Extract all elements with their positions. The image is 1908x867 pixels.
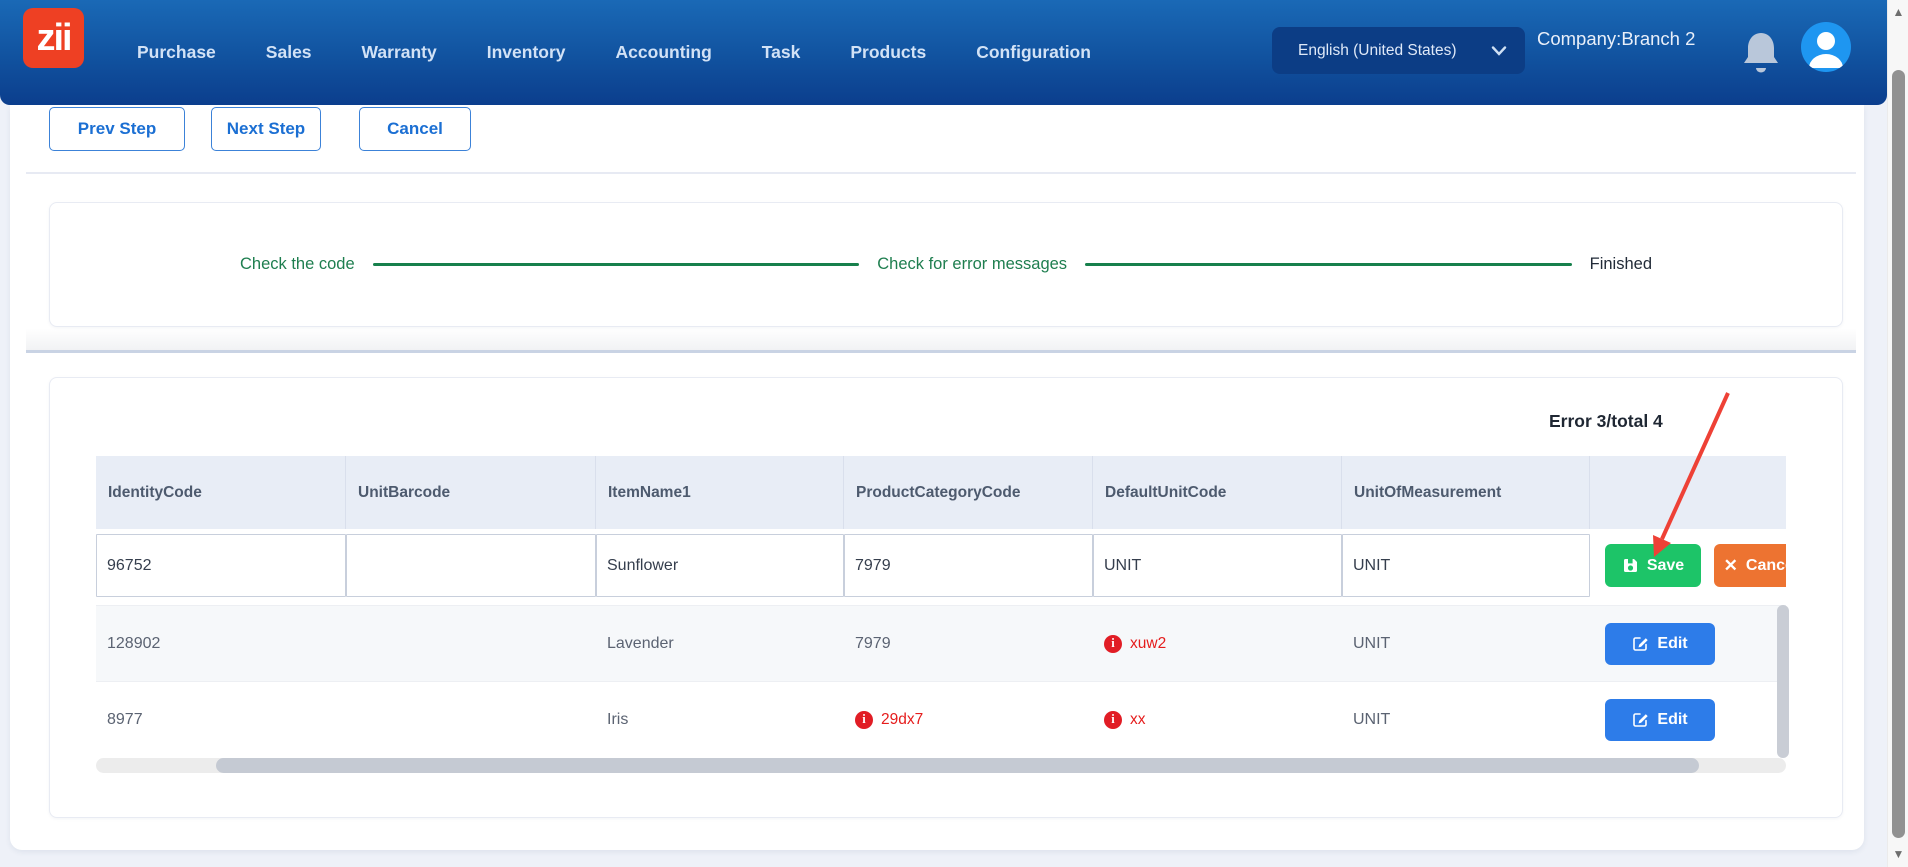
error-info-icon[interactable]: i	[1104, 635, 1122, 653]
edit-row-button[interactable]: Edit	[1605, 623, 1715, 665]
row-actions: Edit	[1590, 623, 1786, 665]
product-category-code-input[interactable]	[844, 534, 1093, 597]
table-header-row: IdentityCode UnitBarcode ItemName1 Produ…	[96, 456, 1786, 529]
cancel-button[interactable]: Cancel	[359, 107, 471, 151]
default-unit-code-input[interactable]	[1093, 534, 1342, 597]
import-review-card: Error 3/total 4 IdentityCode UnitBarcode…	[49, 377, 1843, 818]
menu-item-task[interactable]: Task	[762, 42, 801, 63]
menu-item-inventory[interactable]: Inventory	[487, 42, 566, 63]
table-row: 128902 Lavender 7979 i xuw2 UNIT	[96, 605, 1786, 681]
cell-value: 128902	[107, 635, 160, 653]
cancel-row-button[interactable]: ✕ Cancel	[1714, 544, 1786, 587]
top-navbar: zii Purchase Sales Warranty Inventory Ac…	[0, 0, 1887, 105]
cell-value: 8977	[107, 711, 143, 729]
error-summary-label: Error 3/total 4	[1549, 411, 1663, 432]
scroll-down-arrow-icon[interactable]: ▼	[1892, 848, 1905, 861]
divider	[26, 172, 1856, 174]
scroll-up-arrow-icon[interactable]: ▲	[1892, 6, 1905, 19]
menu-item-configuration[interactable]: Configuration	[976, 42, 1091, 63]
chevron-down-icon	[1491, 46, 1507, 56]
cell-product-category-code: 7979	[844, 635, 1093, 653]
cell-identity-code: 8977	[96, 711, 346, 729]
header-unit-of-measurement: UnitOfMeasurement	[1342, 456, 1590, 529]
wizard-stepper-card: Check the code Check for error messages …	[49, 202, 1843, 327]
page: zii Purchase Sales Warranty Inventory Ac…	[0, 0, 1908, 867]
step-finished: Finished	[1590, 255, 1652, 274]
cell-value: Iris	[607, 711, 628, 729]
language-select[interactable]: English (United States)	[1272, 27, 1525, 74]
save-button-label: Save	[1647, 557, 1684, 575]
cell-value: UNIT	[1353, 635, 1390, 653]
error-info-icon[interactable]: i	[1104, 711, 1122, 729]
save-row-button[interactable]: Save	[1605, 544, 1701, 587]
row-actions: Edit	[1590, 699, 1786, 741]
row-actions: Save ✕ Cancel	[1590, 534, 1786, 597]
user-avatar[interactable]	[1801, 22, 1851, 72]
edit-pencil-icon	[1632, 635, 1649, 652]
window-scrollbar[interactable]: ▲ ▼	[1887, 0, 1908, 867]
main-menu: Purchase Sales Warranty Inventory Accoun…	[137, 0, 1091, 105]
next-step-button[interactable]: Next Step	[211, 107, 321, 151]
divider	[26, 350, 1856, 353]
table-row-editing: Save ✕ Cancel	[96, 529, 1786, 605]
company-branch-label[interactable]: Company:Branch 2	[1537, 26, 1699, 51]
cell-identity-code: 128902	[96, 635, 346, 653]
header-unit-barcode: UnitBarcode	[346, 456, 596, 529]
step-check-the-code: Check the code	[240, 255, 355, 274]
error-cell-value: xx	[1130, 711, 1146, 729]
identity-code-input[interactable]	[96, 534, 346, 597]
language-selected-value: English (United States)	[1298, 42, 1457, 60]
edit-button-label: Edit	[1657, 635, 1687, 653]
cancel-button-label: Cancel	[1746, 557, 1786, 575]
cell-product-category-code-error: i 29dx7	[844, 711, 1093, 729]
cell-default-unit-code-error: i xx	[1093, 711, 1342, 729]
cell-item-name1: Iris	[596, 711, 844, 729]
cell-unit-of-measurement: UNIT	[1342, 711, 1590, 729]
close-x-icon: ✕	[1724, 556, 1738, 576]
table-horizontal-scrollbar[interactable]	[96, 758, 1786, 773]
error-cell-value: 29dx7	[881, 711, 923, 729]
unit-barcode-input[interactable]	[346, 534, 596, 597]
error-info-icon[interactable]: i	[855, 711, 873, 729]
notifications-bell-icon[interactable]	[1740, 30, 1782, 74]
cell-item-name1: Lavender	[596, 635, 844, 653]
step-connector-line	[373, 263, 860, 266]
prev-step-button[interactable]: Prev Step	[49, 107, 185, 151]
menu-item-accounting[interactable]: Accounting	[616, 42, 712, 63]
header-item-name1: ItemName1	[596, 456, 844, 529]
menu-item-sales[interactable]: Sales	[266, 42, 312, 63]
save-floppy-icon	[1622, 557, 1639, 574]
cell-unit-of-measurement: UNIT	[1342, 635, 1590, 653]
error-cell-value: xuw2	[1130, 635, 1166, 653]
table-hscroll-thumb[interactable]	[216, 758, 1699, 773]
step-check-for-error-messages: Check for error messages	[877, 255, 1067, 274]
header-default-unit-code: DefaultUnitCode	[1093, 456, 1342, 529]
cell-value: UNIT	[1353, 711, 1390, 729]
header-identity-code: IdentityCode	[96, 456, 346, 529]
menu-item-warranty[interactable]: Warranty	[362, 42, 437, 63]
edit-button-label: Edit	[1657, 711, 1687, 729]
item-name1-input[interactable]	[596, 534, 844, 597]
cell-default-unit-code-error: i xuw2	[1093, 635, 1342, 653]
header-actions	[1590, 456, 1786, 529]
unit-of-measurement-input[interactable]	[1342, 534, 1590, 597]
step-connector-line	[1085, 263, 1572, 266]
cell-value: 7979	[855, 635, 891, 653]
cell-value: Lavender	[607, 635, 674, 653]
import-table: IdentityCode UnitBarcode ItemName1 Produ…	[96, 456, 1786, 757]
scrollbar-thumb[interactable]	[1892, 70, 1905, 838]
edit-pencil-icon	[1632, 711, 1649, 728]
table-row: 8977 Iris i 29dx7 i xx UNIT	[96, 681, 1786, 757]
header-product-category-code: ProductCategoryCode	[844, 456, 1093, 529]
menu-item-products[interactable]: Products	[850, 42, 926, 63]
menu-item-purchase[interactable]: Purchase	[137, 42, 216, 63]
table-vertical-scrollbar[interactable]	[1777, 605, 1789, 758]
edit-row-button[interactable]: Edit	[1605, 699, 1715, 741]
app-logo[interactable]: zii	[23, 8, 84, 68]
